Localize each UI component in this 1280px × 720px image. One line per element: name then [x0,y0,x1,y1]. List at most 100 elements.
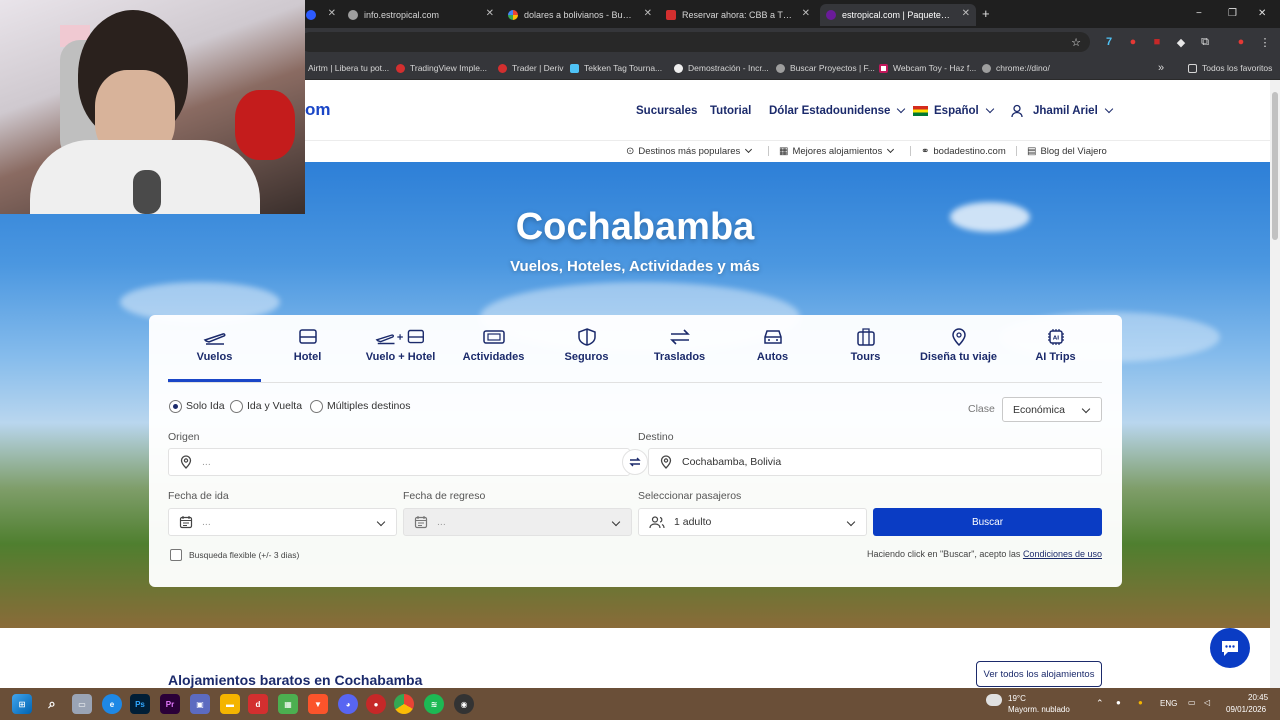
deriv-app-icon[interactable]: d [248,694,268,714]
minimize-button[interactable]: − [1196,8,1202,19]
new-tab-button[interactable]: + [982,6,990,21]
network-icon[interactable]: ▭ [1188,698,1196,707]
app-icon[interactable]: ▣ [190,694,210,714]
tab-close-icon[interactable]: ✕ [802,8,810,19]
class-select[interactable]: Económica [1002,397,1102,422]
return-date-label: Fecha de regreso [403,490,486,502]
bookmark-dino[interactable]: chrome://dino/ [982,60,1050,76]
destination-input[interactable]: Cochabamba, Bolivia [648,448,1102,476]
svg-text:AI: AI [1052,336,1058,342]
tab-seguros[interactable]: Seguros [540,324,633,382]
photoshop-icon[interactable]: Ps [130,694,150,714]
chat-button[interactable] [1210,628,1250,668]
radio-button[interactable] [310,399,323,413]
nav-tutorial[interactable]: Tutorial [710,103,751,119]
tab-autos[interactable]: Autos [726,324,819,382]
radio-ida-y-vuelta[interactable]: Ida y Vuelta [230,398,302,414]
tab-traslados[interactable]: Traslados [633,324,726,382]
tab-vuelos[interactable]: Vuelos [168,324,261,382]
radio-solo-ida[interactable]: Solo Ida [169,398,225,414]
terms-link[interactable]: Condiciones de uso [1023,549,1102,559]
tab-estropical-active[interactable]: estropical.com | Paquetes, Vuelos ✕ [820,4,976,26]
tab-hotel[interactable]: Hotel [261,324,354,382]
tab-vuelo-hotel[interactable]: Vuelo + Hotel [354,324,447,382]
tab-close-icon[interactable]: ✕ [328,8,336,19]
extension-icon[interactable]: ● [1124,33,1142,51]
radio-button[interactable] [230,399,243,413]
radio-button-checked[interactable] [169,399,182,413]
profile-avatar-icon[interactable]: ● [1232,33,1250,51]
tab-actividades[interactable]: Actividades [447,324,540,382]
edge-icon[interactable]: e [102,694,122,714]
bookmark-deriv[interactable]: Trader | Deriv [498,60,564,76]
bookmarks-overflow-button[interactable]: » [1158,60,1164,76]
passengers-select[interactable]: 1 adulto [638,508,867,536]
tab-airtm[interactable]: ✕ [300,4,340,26]
brave-icon[interactable]: ▼ [308,694,328,714]
bookmark-star-icon[interactable]: ☆ [1067,33,1085,51]
bookmark-buscar-proyectos[interactable]: Buscar Proyectos | F... [776,60,875,76]
minecraft-icon[interactable]: ▦ [278,694,298,714]
address-bar[interactable] [300,32,1090,52]
file-explorer-icon[interactable]: ▬ [220,694,240,714]
return-date-input[interactable]: ... [403,508,632,536]
windows-start-icon[interactable]: ⊞ [12,694,32,714]
premiere-icon[interactable]: Pr [160,694,180,714]
clock-date[interactable]: 09/01/2026 [1226,705,1266,714]
tray-chevron-icon[interactable]: ⌃ [1096,698,1104,709]
scrollbar-thumb[interactable] [1272,92,1278,240]
origin-input[interactable]: ... [168,448,630,476]
language-indicator[interactable]: ENG [1160,699,1177,708]
bookmark-airtm[interactable]: Airtm | Libera tu pot... [308,60,389,76]
tab-reservar[interactable]: Reservar ahora: CBB a TJA, 10/1 ✕ [660,4,816,26]
tab-tours[interactable]: Tours [819,324,912,382]
bookmark-tradingview[interactable]: TradingView Imple... [396,60,487,76]
nav-currency-dropdown[interactable]: Dólar Estadounidense [769,103,906,119]
search-icon[interactable]: ⌕ [42,694,62,714]
subnav-alojamientos[interactable]: ▦ Mejores alojamientos [779,144,895,158]
tab-ai-trips[interactable]: AI AI Trips [1009,324,1102,382]
tab-close-icon[interactable]: ✕ [644,8,652,19]
subnav-boda[interactable]: ⚭ bodadestino.com [921,144,1006,158]
app-icon[interactable]: ● [366,694,386,714]
discord-icon[interactable]: ◕ [338,694,358,714]
tab-info-estropical[interactable]: info.estropical.com ✕ [342,4,500,26]
clock-time[interactable]: 20:45 [1248,693,1268,702]
tab-close-icon[interactable]: ✕ [486,8,494,19]
swap-arrows-icon [629,457,641,467]
task-view-icon[interactable]: ▭ [72,694,92,714]
puzzle-extensions-icon[interactable]: ⧉ [1196,33,1214,51]
spotify-icon[interactable]: ≋ [424,694,444,714]
site-logo[interactable]: om [305,100,331,120]
tray-app-icon[interactable]: ● [1116,698,1121,707]
nav-language-dropdown[interactable]: Español [913,103,994,119]
subnav-destinos[interactable]: ⊙ Destinos más populares [626,144,753,158]
tab-google-search[interactable]: dolares a bolivianos - Buscar con Google… [502,4,658,26]
tab-close-icon[interactable]: ✕ [962,8,970,19]
volume-icon[interactable]: ◁ [1204,698,1210,707]
chrome-icon[interactable] [394,694,414,714]
shield-icon [577,328,596,346]
depart-date-input[interactable]: ... [168,508,397,536]
bookmark-webcam-toy[interactable]: Webcam Toy - Haz f... [879,60,976,76]
maximize-button[interactable]: ❐ [1228,8,1237,19]
tray-app-icon[interactable]: ● [1138,698,1143,707]
menu-kebab-icon[interactable]: ⋮ [1256,33,1274,51]
close-window-button[interactable]: ✕ [1258,8,1266,19]
subnav-blog[interactable]: ▤ Blog del Viajero [1027,144,1107,158]
nav-user-dropdown[interactable]: Jhamil Ariel [1011,103,1114,119]
swap-origin-destination-button[interactable] [622,449,648,475]
obs-icon[interactable]: ◉ [454,694,474,714]
extension-icon[interactable]: ■ [1148,33,1166,51]
all-bookmarks-folder[interactable]: Todos los favoritos [1188,60,1272,76]
tab-disena-tu-viaje[interactable]: Diseña tu viaje [912,324,1005,382]
bookmark-tekken[interactable]: Tekken Tag Tourna... [570,60,662,76]
extension-icon[interactable]: 7 [1100,33,1118,51]
bookmark-demostracion[interactable]: Demostración - Incr... [674,60,769,76]
search-button[interactable]: Buscar [873,508,1102,536]
see-all-lodging-button[interactable]: Ver todos los alojamientos [976,661,1102,687]
nav-sucursales[interactable]: Sucursales [636,103,697,119]
extension-icon[interactable]: ◆ [1172,33,1190,51]
flexible-search-checkbox[interactable] [170,549,182,561]
radio-multiples-destinos[interactable]: Múltiples destinos [310,398,410,414]
